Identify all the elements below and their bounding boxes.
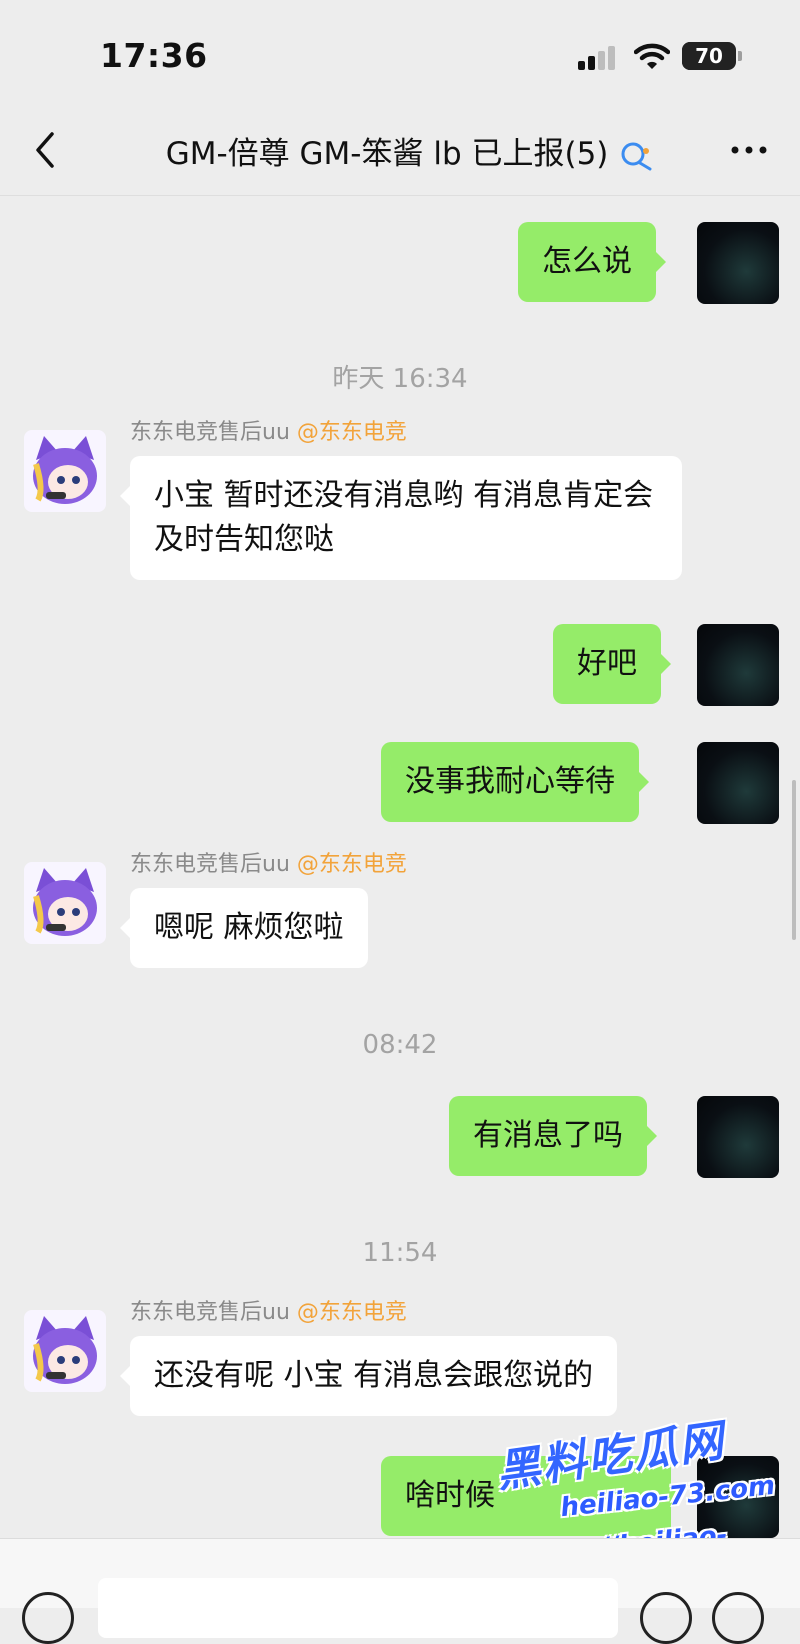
my-message-bubble[interactable]: 没事我耐心等待: [381, 742, 649, 822]
battery-cap: [738, 51, 742, 61]
sender-avatar[interactable]: [24, 1310, 106, 1392]
more-actions-button[interactable]: [712, 1592, 764, 1644]
sender-name: 东东电竞售后uu @东东电竞: [130, 846, 407, 878]
sender-name-text: 东东电竞售后uu: [130, 420, 290, 445]
cat-avatar-icon: [33, 436, 97, 504]
timestamp: 11:54: [362, 1238, 438, 1268]
wifi-icon: [634, 43, 670, 69]
more-icon[interactable]: [728, 132, 770, 168]
my-avatar[interactable]: [697, 222, 779, 304]
message-input[interactable]: [98, 1578, 618, 1638]
my-message-bubble[interactable]: 好吧: [553, 624, 671, 704]
scrollbar[interactable]: [792, 780, 796, 940]
received-message-bubble[interactable]: 小宝 暂时还没有消息哟 有消息肯定会及时告知您哒: [120, 456, 682, 580]
my-avatar[interactable]: [697, 742, 779, 824]
signal-icon: [578, 44, 618, 70]
sender-avatar[interactable]: [24, 862, 106, 944]
my-message-bubble[interactable]: 有消息了吗: [449, 1096, 657, 1176]
chat-title[interactable]: GM-倍尊 GM-笨酱 lb 已上报(5): [130, 128, 690, 173]
sender-name-text: 东东电竞售后uu: [130, 1300, 290, 1325]
my-message-bubble[interactable]: 怎么说: [518, 222, 666, 302]
sender-tag: @东东电竞: [296, 1300, 407, 1325]
received-message-bubble[interactable]: 嗯呢 麻烦您啦: [120, 888, 368, 968]
voice-input-button[interactable]: [22, 1592, 74, 1644]
battery-percent: 70: [695, 44, 723, 68]
cat-avatar-icon: [33, 868, 97, 936]
emoji-button[interactable]: [640, 1592, 692, 1644]
cat-avatar-icon: [33, 1316, 97, 1384]
timestamp: 08:42: [362, 1030, 438, 1060]
back-icon[interactable]: [30, 130, 64, 170]
received-message-bubble[interactable]: 还没有呢 小宝 有消息会跟您说的: [119, 1336, 618, 1416]
chat-title-text: GM-倍尊 GM-笨酱 lb 已上报(5): [165, 136, 609, 172]
battery-icon: 70: [682, 42, 736, 70]
sender-tag: @东东电竞: [296, 420, 407, 445]
group-chat-icon: [621, 142, 652, 170]
status-time: 17:36: [100, 36, 208, 75]
sender-tag: @东东电竞: [296, 852, 407, 877]
sender-name: 东东电竞售后uu @东东电竞: [130, 414, 407, 446]
timestamp: 昨天 16:34: [332, 364, 468, 394]
sender-name-text: 东东电竞售后uu: [130, 852, 290, 877]
my-avatar[interactable]: [697, 1096, 779, 1178]
header-divider: [0, 195, 800, 196]
my-avatar[interactable]: [697, 624, 779, 706]
sender-avatar[interactable]: [24, 430, 106, 512]
sender-name: 东东电竞售后uu @东东电竞: [130, 1294, 407, 1326]
